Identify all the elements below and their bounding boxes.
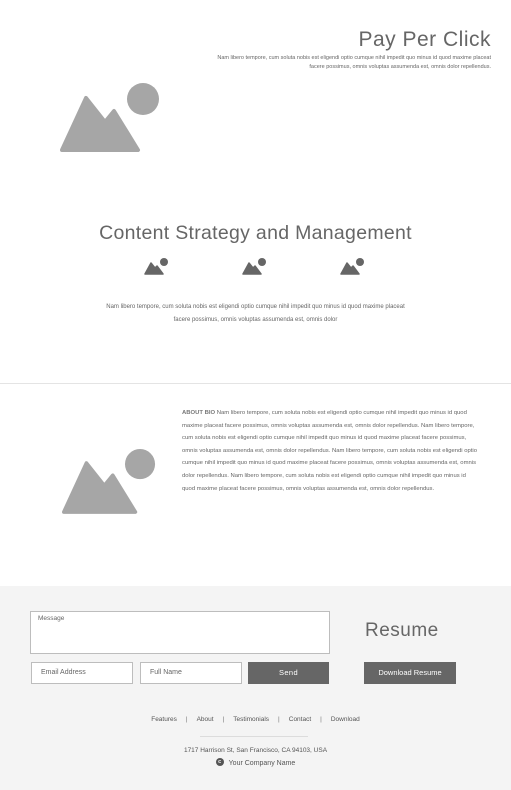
image-placeholder-icon (60, 83, 159, 152)
company-name: Your Company Name (228, 759, 296, 767)
about-bio: ABOUT BIO Nam libero tempore, cum soluta… (182, 407, 478, 495)
image-placeholder-icon (62, 449, 156, 514)
email-field[interactable]: Email Address (31, 662, 133, 684)
download-resume-button[interactable]: Download Resume (364, 662, 456, 684)
image-placeholder-icon (144, 258, 168, 275)
image-placeholder-icon (242, 258, 266, 275)
content-strategy-title: Content Strategy and Management (99, 222, 412, 244)
nav-link-contact[interactable]: Contact (280, 716, 320, 723)
nav-link-testimonials[interactable]: Testimonials (224, 716, 278, 723)
about-bio-label: ABOUT BIO (182, 410, 216, 416)
message-label: Message (38, 615, 65, 622)
footer-nav: Features | About | Testimonials | Contact | Down… (0, 716, 511, 723)
section-divider (0, 383, 511, 384)
pay-per-click-text: Nam libero tempore, cum soluta nobis est… (217, 55, 491, 70)
copyright-icon: c (215, 758, 224, 766)
content-strategy-text: Nam libero tempore, cum soluta nobis est… (106, 304, 405, 323)
about-bio-text: Nam libero tempore, cum soluta nobis est… (182, 410, 478, 492)
resume-title: Resume (365, 620, 439, 641)
full-name-field[interactable]: Full Name (140, 662, 242, 684)
pay-per-click-title: Pay Per Click (358, 28, 491, 51)
footer-copyright: c Your Company Name (0, 758, 511, 767)
nav-link-download[interactable]: Download (322, 716, 369, 723)
footer-divider (200, 736, 308, 737)
nav-link-features[interactable]: Features (142, 716, 186, 723)
image-placeholder-icon (340, 258, 364, 275)
nav-link-about[interactable]: About (188, 716, 223, 723)
footer-address: 1717 Harrison St, San Francisco, CA 9410… (183, 747, 328, 754)
send-button[interactable]: Send (248, 662, 329, 684)
message-field[interactable] (30, 611, 330, 654)
